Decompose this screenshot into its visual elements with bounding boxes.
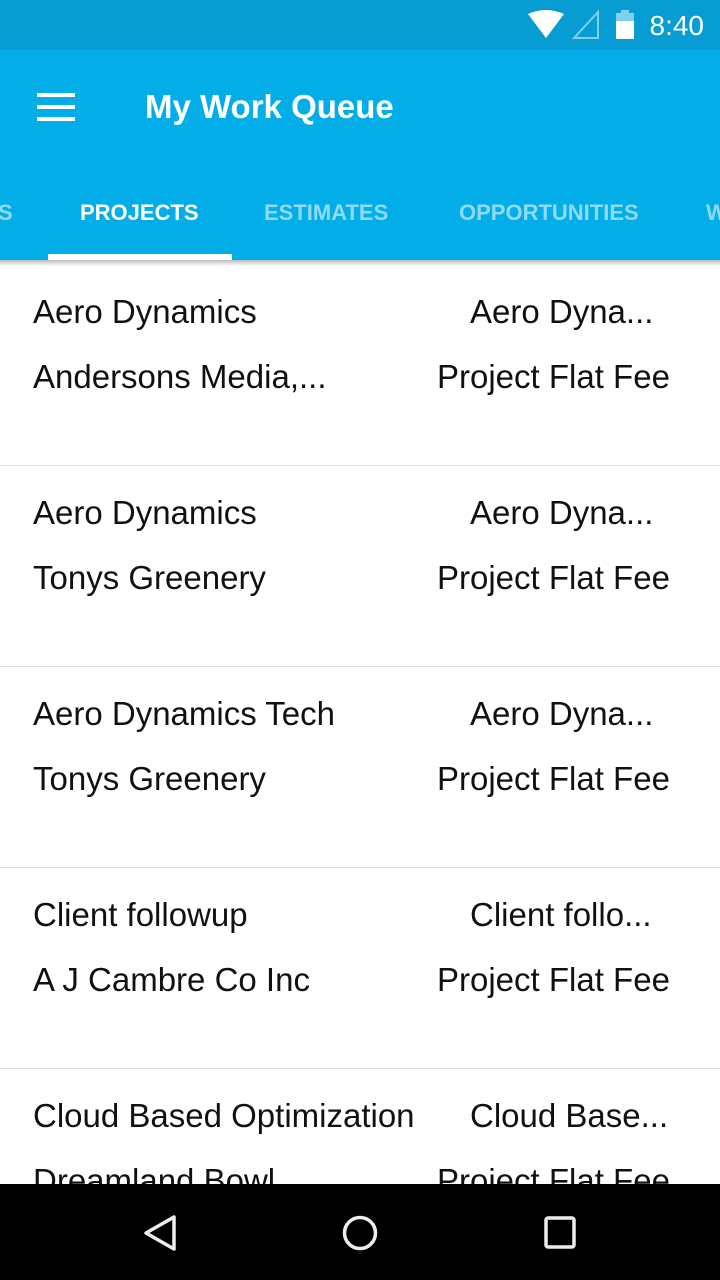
status-bar: 8:40: [0, 0, 720, 50]
page-title: My Work Queue: [145, 88, 394, 125]
home-icon[interactable]: [341, 1214, 379, 1252]
item-client: Dreamland Bowl: [33, 1162, 276, 1185]
cell-signal-icon: [572, 10, 599, 39]
item-right-title: Cloud Base...: [470, 1097, 669, 1134]
item-title: Aero Dynamics: [33, 494, 257, 531]
back-icon[interactable]: [142, 1214, 178, 1252]
clock: 8:40: [649, 10, 705, 41]
item-client: Tonys Greenery: [33, 760, 266, 797]
item-type: Project Flat Fee: [437, 559, 670, 596]
item-type: Project Flat Fee: [437, 961, 670, 998]
hamburger-menu-icon[interactable]: [37, 93, 75, 121]
navigation-bar: [0, 1184, 720, 1280]
recents-icon[interactable]: [543, 1214, 577, 1252]
item-title: Aero Dynamics Tech: [33, 695, 336, 732]
list-item[interactable]: Aero Dynamics Andersons Media,... Aero Dyn…: [0, 265, 720, 466]
tab-projects[interactable]: PROJECTS: [80, 200, 199, 226]
tab-opportunities[interactable]: OPPORTUNITIES: [459, 200, 639, 226]
tab-strip[interactable]: S PROJECTS ESTIMATES OPPORTUNITIES W: [0, 190, 720, 260]
item-type: Project Flat Fee: [437, 1162, 670, 1185]
list-item[interactable]: Aero Dynamics Tech Tonys Greenery Aero Dyn…: [0, 667, 720, 868]
item-client: Andersons Media,...: [33, 358, 327, 395]
item-title: Aero Dynamics: [33, 293, 257, 330]
battery-icon: [616, 10, 634, 39]
item-client: A J Cambre Co Inc: [33, 961, 310, 998]
item-right-title: Aero Dyna...: [470, 293, 654, 330]
wifi-icon: [528, 10, 564, 38]
list-item[interactable]: Cloud Based Optimization Dreamland Bowl Cl…: [0, 1069, 720, 1185]
item-right-title: Client follo...: [470, 896, 652, 933]
item-title: Cloud Based Optimization: [33, 1097, 415, 1134]
list-item[interactable]: Client followup A J Cambre Co Inc Client f…: [0, 868, 720, 1069]
item-right-title: Aero Dyna...: [470, 695, 654, 732]
item-client: Tonys Greenery: [33, 559, 266, 596]
item-type: Project Flat Fee: [437, 358, 670, 395]
item-right-title: Aero Dyna...: [470, 494, 654, 531]
tab-partial-left[interactable]: S: [0, 200, 13, 226]
project-list[interactable]: Aero Dynamics Andersons Media,... Aero Dyn…: [0, 265, 720, 1185]
app-bar: My Work Queue S PROJECTS ESTIMATES OPPOR…: [0, 50, 720, 260]
item-title: Client followup: [33, 896, 248, 933]
item-type: Project Flat Fee: [437, 760, 670, 797]
tab-estimates[interactable]: ESTIMATES: [264, 200, 388, 226]
list-item[interactable]: Aero Dynamics Tonys Greenery Aero Dyna... P…: [0, 466, 720, 667]
tab-partial-right[interactable]: W: [706, 200, 720, 226]
